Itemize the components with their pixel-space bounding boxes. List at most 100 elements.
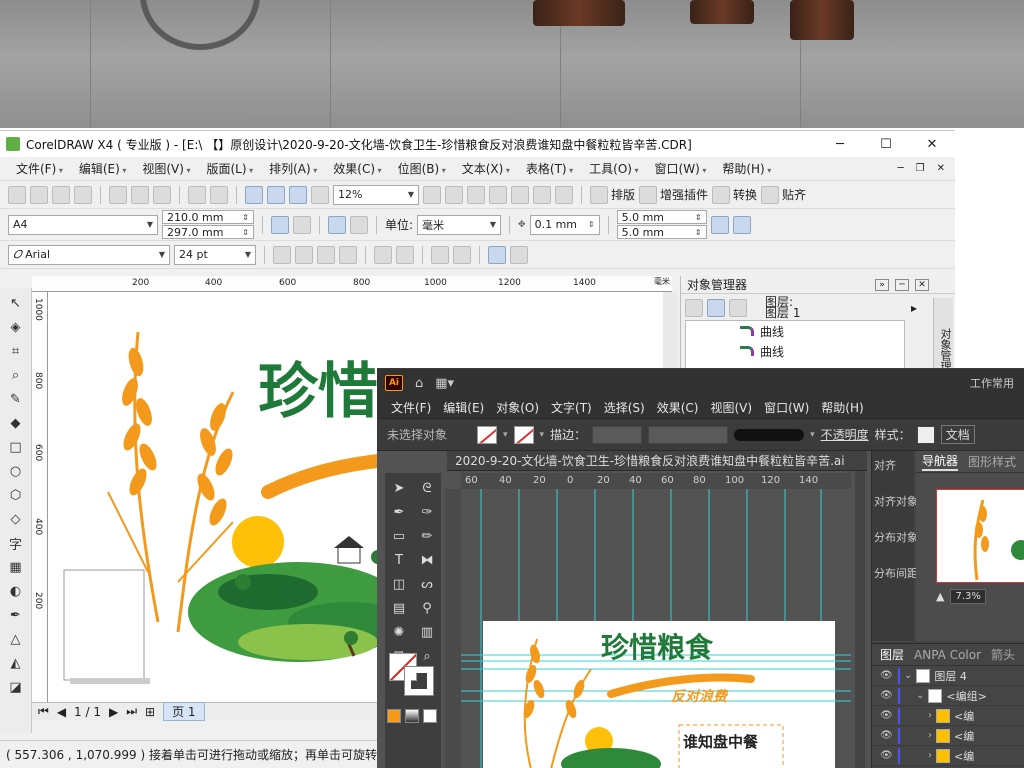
layer-row[interactable]: 👁 ⌄ 图层 4: [872, 666, 1024, 686]
sub-item-row[interactable]: 👁 › <编: [872, 726, 1024, 746]
import-icon[interactable]: [245, 185, 263, 204]
page-tab[interactable]: 页 1: [163, 702, 205, 721]
tree-item-curve[interactable]: 曲线: [686, 321, 904, 341]
menu-layout[interactable]: 版面(L): [199, 160, 262, 177]
table-tool-icon[interactable]: ▦: [6, 558, 26, 576]
warp-tool-icon[interactable]: ᔕ: [415, 575, 439, 593]
new-icon[interactable]: [8, 185, 26, 204]
prev-page-button[interactable]: ◀: [57, 705, 66, 719]
horizontal-text-icon[interactable]: [488, 245, 506, 264]
bullet-icon[interactable]: [374, 245, 392, 264]
pencil-tool-icon[interactable]: ✏: [415, 527, 439, 545]
docker-minimize-button[interactable]: ─: [895, 278, 909, 291]
eyedropper-tool-icon[interactable]: ⚲: [415, 599, 439, 617]
close-button[interactable]: ✕: [909, 131, 955, 157]
add-page-button[interactable]: ⊞: [145, 705, 155, 719]
save-icon[interactable]: [52, 185, 70, 204]
type-tool-icon[interactable]: T: [387, 551, 411, 569]
page-width-input[interactable]: 210.0 mm ⇕: [162, 210, 254, 224]
selection-tool-icon[interactable]: ➤: [387, 479, 411, 497]
ellipse-tool-icon[interactable]: ○: [6, 462, 26, 480]
portrait-icon[interactable]: [271, 215, 289, 234]
anpa-color-tab[interactable]: ANPA Color: [914, 648, 981, 662]
character-format-icon[interactable]: [453, 245, 471, 264]
font-size-select[interactable]: 24 pt ▼: [174, 244, 256, 265]
arrange-documents-icon[interactable]: ▦▾: [435, 376, 454, 391]
ai-artboard-area[interactable]: 珍惜粮食 反对浪费 谁知盘中餐: [461, 489, 851, 768]
polygon-tool-icon[interactable]: ⬡: [6, 486, 26, 504]
maximize-button[interactable]: ☐: [863, 131, 909, 157]
page-height-input[interactable]: 297.0 mm ⇕: [162, 225, 254, 239]
italic-icon[interactable]: [295, 245, 313, 264]
minimize-button[interactable]: ─: [817, 131, 863, 157]
first-page-button[interactable]: ⏮: [38, 704, 49, 719]
document-setup-button[interactable]: 文档: [940, 425, 975, 444]
doc-restore-button[interactable]: ❐: [916, 163, 925, 174]
current-page-icon[interactable]: [350, 215, 368, 234]
duplicate-y-input[interactable]: 5.0 mm ⇕: [616, 225, 707, 239]
paste-icon[interactable]: [153, 185, 171, 204]
lasso-tool-icon[interactable]: ᘓ: [415, 479, 439, 497]
zoom-out-icon[interactable]: [445, 185, 463, 204]
basic-shapes-icon[interactable]: ◇: [6, 510, 26, 528]
brush-definition-select[interactable]: [734, 428, 805, 441]
menu-tools[interactable]: 工具(O): [581, 160, 646, 177]
menu-view[interactable]: 视图(V): [134, 160, 198, 177]
underline-icon[interactable]: [317, 245, 335, 264]
navigator-zoom-input[interactable]: 7.3%: [950, 589, 986, 604]
interactive-fill-icon[interactable]: ◪: [6, 678, 26, 696]
ai-menu-edit[interactable]: 编辑(E): [437, 399, 490, 416]
ai-menu-window[interactable]: 窗口(W): [758, 399, 815, 416]
menu-help[interactable]: 帮助(H): [714, 160, 779, 177]
zoom-out-mountain-icon[interactable]: ▲: [936, 590, 944, 603]
menu-text[interactable]: 文本(X): [454, 160, 518, 177]
tree-item-curve[interactable]: 曲线: [686, 341, 904, 361]
shape-tool-icon[interactable]: ◈: [6, 318, 26, 336]
arrow-tab[interactable]: 箭头: [991, 646, 1015, 663]
menu-edit[interactable]: 编辑(E): [71, 160, 135, 177]
docker-close-button[interactable]: ✕: [915, 278, 929, 291]
text-tool-icon[interactable]: 字: [6, 534, 26, 553]
undo-icon[interactable]: [188, 185, 206, 204]
none-mode-icon[interactable]: [423, 709, 437, 723]
paper-size-select[interactable]: A4 ▼: [8, 214, 158, 235]
rectangle-tool-icon[interactable]: □: [6, 438, 26, 456]
fill-stroke-widget[interactable]: [389, 653, 437, 696]
zoom-height-icon[interactable]: [555, 185, 573, 204]
ai-menu-select[interactable]: 选择(S): [598, 399, 651, 416]
home-icon[interactable]: ⌂: [415, 376, 423, 391]
vertical-text-icon[interactable]: [510, 245, 528, 264]
menu-table[interactable]: 表格(T): [518, 160, 581, 177]
zoom-tool-icon[interactable]: ⌕: [6, 366, 26, 384]
font-select[interactable]: 𝑂 Arial ▼: [8, 244, 170, 265]
doc-close-button[interactable]: ✕: [937, 163, 945, 174]
pen-tool-icon[interactable]: ✒: [387, 503, 411, 521]
ai-menu-help[interactable]: 帮助(H): [815, 399, 869, 416]
blend-tool-icon[interactable]: ◐: [6, 582, 26, 600]
align-icon[interactable]: [339, 245, 357, 264]
print-icon[interactable]: [74, 185, 92, 204]
menu-window[interactable]: 窗口(W): [647, 160, 715, 177]
last-page-button[interactable]: ⏭: [126, 704, 137, 719]
zoom-selected-icon[interactable]: [467, 185, 485, 204]
freehand-tool-icon[interactable]: ✎: [6, 390, 26, 408]
all-pages-icon[interactable]: [328, 215, 346, 234]
layers-tab[interactable]: 图层: [880, 646, 904, 663]
plugin-button[interactable]: 增强插件: [639, 185, 708, 204]
outline-tool-icon[interactable]: △: [6, 630, 26, 648]
welcome-icon[interactable]: [311, 185, 329, 204]
opacity-label[interactable]: 不透明度: [821, 426, 869, 443]
gradient-tool-icon[interactable]: ▤: [387, 599, 411, 617]
workspace-switcher[interactable]: 工作常用: [970, 375, 1024, 391]
snap-button[interactable]: 贴齐: [761, 185, 806, 204]
menu-bitmaps[interactable]: 位图(B): [390, 160, 454, 177]
show-properties-icon[interactable]: [685, 299, 703, 317]
layer-manager-icon[interactable]: [729, 299, 747, 317]
document-tab[interactable]: 2020-9-20-文化墙-饮食卫生-珍惜粮食反对浪费谁知盘中餐粒粒皆辛苦.ai: [447, 451, 867, 471]
style-swatch[interactable]: [916, 425, 935, 444]
color-mode-icon[interactable]: [387, 709, 401, 723]
export-icon[interactable]: [267, 185, 285, 204]
eyedropper-icon[interactable]: ✒: [6, 606, 26, 624]
navigator-thumbnail[interactable]: [936, 489, 1024, 583]
doc-minimize-button[interactable]: ─: [898, 163, 904, 174]
